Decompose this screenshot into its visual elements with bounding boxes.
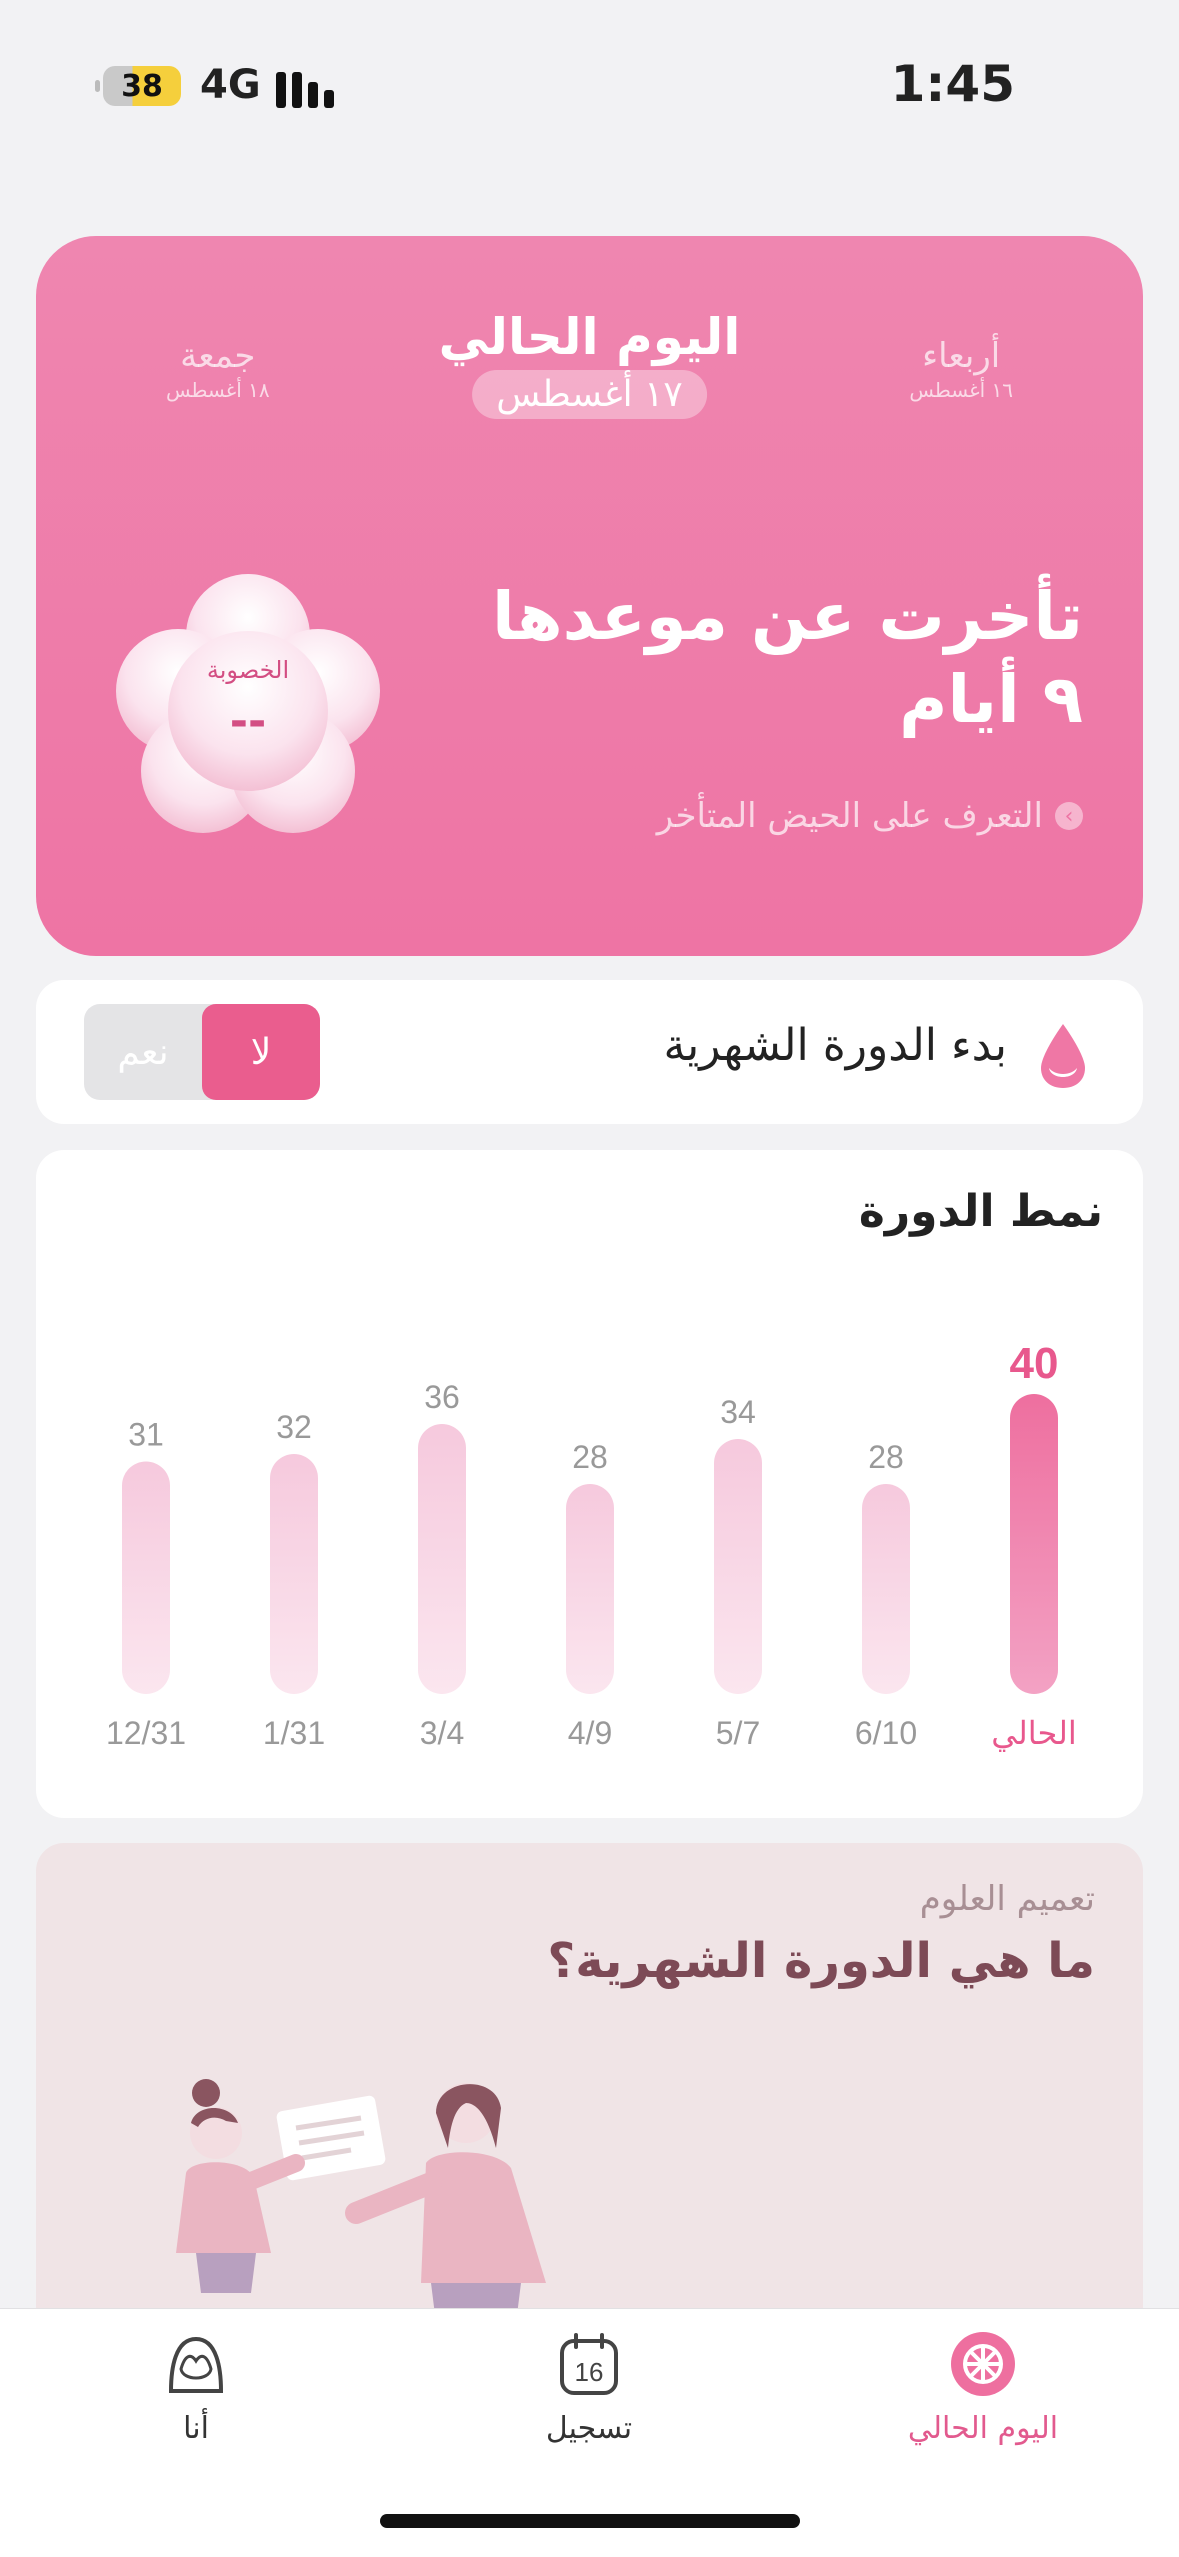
period-start-toggle[interactable]: نعم لا <box>84 1004 320 1100</box>
chart-value-label: 36 <box>424 1379 460 1415</box>
clock: 1:45 <box>890 55 1015 113</box>
chart-value-label: 28 <box>868 1439 904 1475</box>
day-date: ١٦ أغسطس <box>909 378 1013 402</box>
signal-icon <box>276 68 334 108</box>
chart-bar <box>566 1484 614 1694</box>
tab-me[interactable]: أنا <box>76 2329 316 2446</box>
day-date: ١٨ أغسطس <box>166 378 270 402</box>
chart-bar <box>122 1461 170 1694</box>
chart-bar <box>862 1484 910 1694</box>
day-name: جمعة <box>180 336 256 376</box>
day-name: أربعاء <box>922 336 1001 376</box>
learn-link-label: التعرف على الحيض المتأخر <box>656 796 1043 836</box>
chart-value-label: 31 <box>128 1417 164 1453</box>
network-label: 4G <box>200 62 261 108</box>
chart-value-label: 40 <box>1010 1339 1059 1388</box>
chart-category-label: 3/4 <box>420 1715 464 1751</box>
status-bar: 38 4G 1:45 <box>0 0 1179 170</box>
late-status-line1: تأخرت عن موعدها <box>492 578 1083 655</box>
flower-icon <box>951 2332 1015 2396</box>
profile-icon <box>168 2336 224 2393</box>
cycle-length-chart: 40 الحالي 28 6/10 34 5/7 28 4/9 36 3/4 32 1/31 31 12/… <box>106 1339 1077 1752</box>
tab-me-label: أنا <box>183 2411 209 2446</box>
home-indicator <box>380 2514 800 2528</box>
period-start-label: بدء الدورة الشهرية <box>663 1020 1007 1071</box>
tab-today-label: اليوم الحالي <box>907 2411 1059 2446</box>
period-start-row: نعم لا بدء الدورة الشهرية <box>36 980 1143 1124</box>
chart-category-label: 1/31 <box>263 1715 325 1751</box>
no-option[interactable]: لا <box>202 1004 320 1100</box>
chart-bar <box>1010 1394 1058 1694</box>
fertility-label: الخصوبة <box>206 656 290 684</box>
chevron-left-icon: ‹ <box>1055 802 1083 830</box>
current-day: اليوم الحالي ١٧ أغسطس <box>438 308 741 419</box>
late-status-line2: ٩ أيام <box>899 660 1083 738</box>
chart-bar <box>418 1424 466 1694</box>
chart-value-label: 32 <box>276 1409 312 1445</box>
chart-category-label: 5/7 <box>716 1715 760 1751</box>
previous-day-button[interactable]: أربعاء ١٦ أغسطس <box>909 336 1013 402</box>
blood-drop-icon <box>1041 1024 1085 1088</box>
next-day-button[interactable]: جمعة ١٨ أغسطس <box>166 336 270 402</box>
education-card[interactable]: تعميم العلوم ما هي الدورة الشهرية؟ <box>36 1843 1143 2343</box>
tab-record[interactable]: 16 تسجيل <box>469 2329 709 2446</box>
chart-category-label: الحالي <box>991 1715 1076 1752</box>
education-title: ما هي الدورة الشهرية؟ <box>547 1933 1095 1989</box>
education-subtitle: تعميم العلوم <box>919 1879 1095 1919</box>
calendar-icon: 16 <box>560 2333 618 2395</box>
chart-category-label: 6/10 <box>855 1715 917 1751</box>
chart-value-label: 34 <box>720 1394 756 1430</box>
cycle-pattern-card[interactable]: نمط الدورة 40 الحالي 28 6/10 34 5/7 28 4/9 36 3/4… <box>36 1150 1143 1818</box>
battery-indicator: 38 <box>95 66 181 106</box>
chart-category-label: 12/31 <box>106 1715 186 1751</box>
chart-bar <box>714 1439 762 1694</box>
two-women-illustration <box>176 2079 546 2323</box>
late-status: تأخرت عن موعدها ٩ أيام <box>492 576 1083 741</box>
tab-today[interactable]: اليوم الحالي <box>863 2329 1103 2446</box>
calendar-icon-day: 16 <box>575 2357 604 2387</box>
chart-value-label: 28 <box>572 1439 608 1475</box>
chart-bar <box>270 1454 318 1694</box>
yes-option[interactable]: نعم <box>84 1004 202 1100</box>
chart-category-label: 4/9 <box>568 1715 612 1751</box>
learn-late-period-link[interactable]: التعرف على الحيض المتأخر ‹ <box>657 796 1083 836</box>
current-day-date[interactable]: ١٧ أغسطس <box>472 370 707 419</box>
today-card: جمعة ١٨ أغسطس اليوم الحالي ١٧ أغسطس أربع… <box>36 236 1143 956</box>
tab-record-label: تسجيل <box>545 2411 633 2446</box>
fertility-value: -- <box>229 696 267 747</box>
current-day-title: اليوم الحالي <box>438 308 741 366</box>
